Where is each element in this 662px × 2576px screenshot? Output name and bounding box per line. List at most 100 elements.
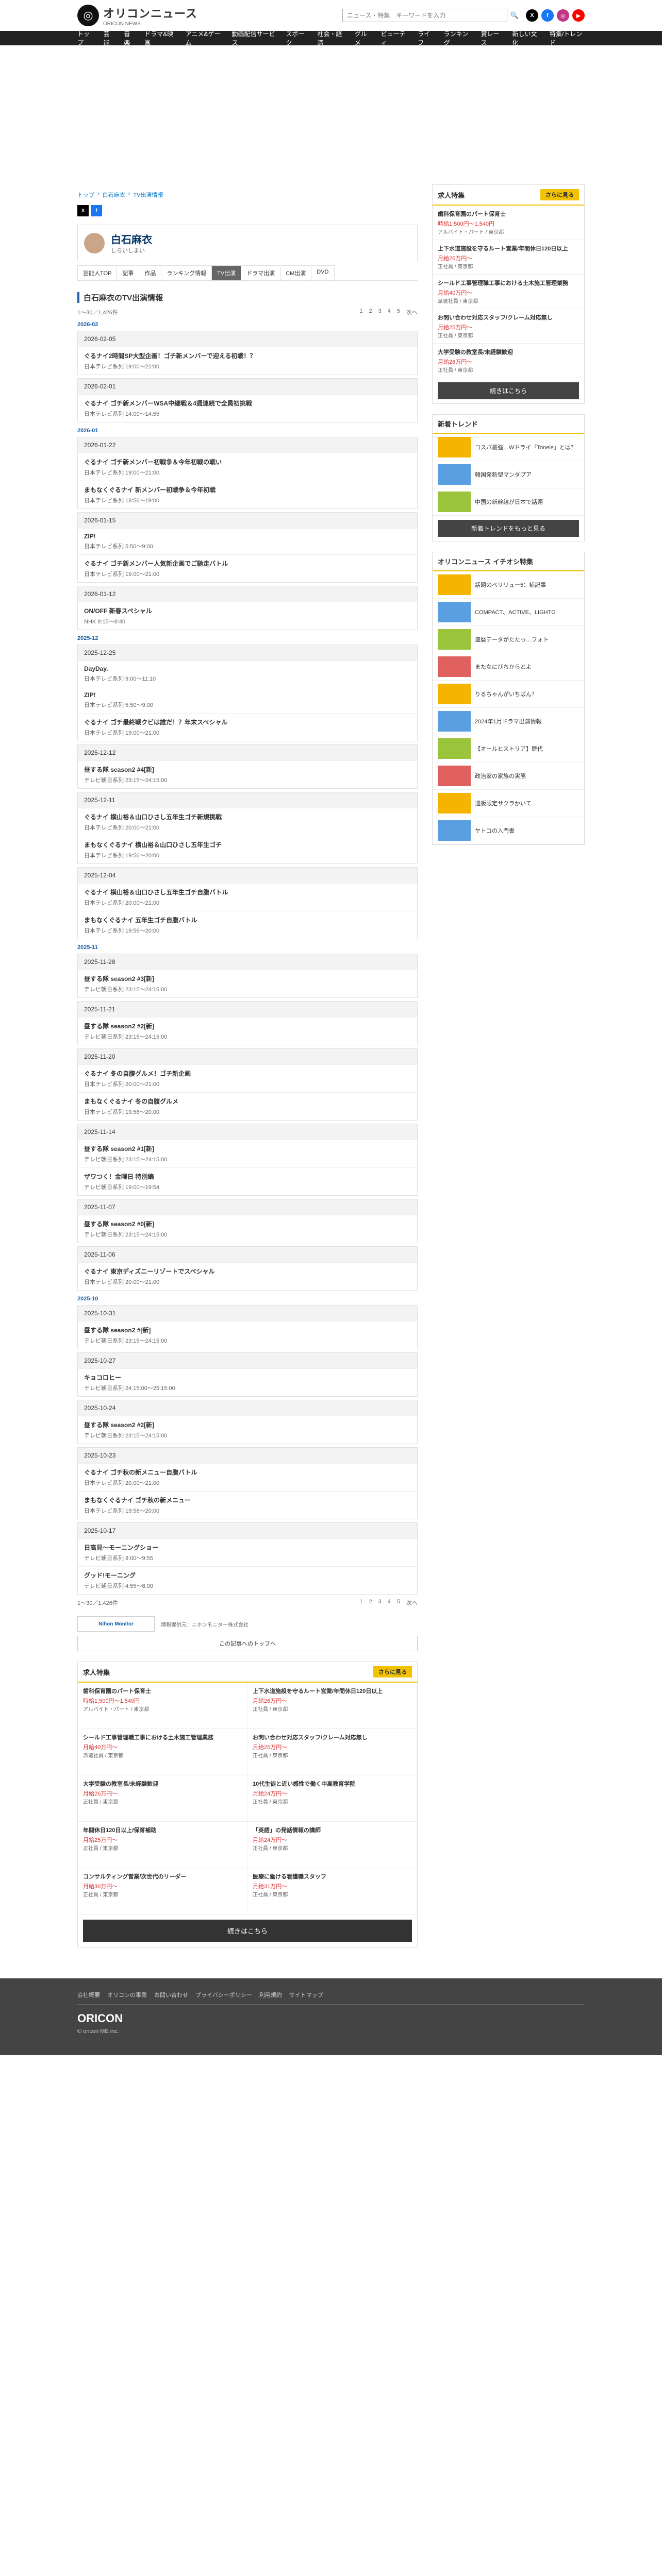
footer-jobs-more-button[interactable]: さらに見る (373, 1666, 412, 1677)
nav-item[interactable]: ランキング (444, 29, 472, 47)
profile-tab[interactable]: TV出演 (211, 265, 242, 280)
profile-tab[interactable]: ランキング情報 (161, 265, 212, 280)
recommend-item[interactable]: 話題のペリリュー5：補記事 (433, 571, 584, 599)
program-item[interactable]: ぐるナイ2時間SP大型企画！ゴチ新メンバーで迎える初戦！？ 日本テレビ系列 19:… (78, 347, 417, 375)
job-item[interactable]: 医療に働ける看護職スタッフ 月給31万円〜 正社員 / 東京都 (247, 1868, 417, 1914)
program-item[interactable]: 昼する隊 season2 #2[新] テレビ朝日系列 23:15〜24:15:00 (78, 1017, 417, 1045)
side-jobs-more-button[interactable]: さらに見る (540, 189, 579, 200)
nav-item[interactable]: スポーツ (286, 29, 308, 47)
job-item[interactable]: 上下水道施設を守るルート営業/年間休日120日以上 月給26万円〜 正社員 / 東京… (433, 240, 584, 275)
pager-link[interactable]: 1 (359, 308, 362, 316)
program-item[interactable]: ザワつく！金曜日 特別編 テレビ朝日系列 19:00〜19:54 (78, 1167, 417, 1195)
pager-link[interactable]: 4 (388, 1599, 391, 1607)
nav-item[interactable]: 特集/トレンド (550, 29, 585, 47)
pager-link[interactable]: 次へ (406, 308, 418, 316)
pager-link[interactable]: 1 (359, 1599, 362, 1607)
job-item[interactable]: シールド工事管理職工事における土木施工管理業務 月給40万円〜 派遣社員 / 東京都 (78, 1729, 247, 1775)
job-item[interactable]: 大学受験の教室長/未経験歓迎 月給26万円〜 正社員 / 東京都 (78, 1775, 247, 1822)
recommend-item[interactable]: 【オールヒストリア】歴代 (433, 735, 584, 762)
nav-item[interactable]: ライフ (418, 29, 435, 47)
site-logo[interactable]: ◎ オリコンニュース ORICON NEWS (77, 5, 197, 27)
nav-item[interactable]: 社会・経済 (318, 29, 345, 47)
pager-link[interactable]: 4 (388, 308, 391, 316)
nav-item[interactable]: トップ (77, 29, 94, 47)
breadcrumb-item[interactable]: トップ (77, 191, 94, 199)
job-item[interactable]: 「英語」の発話情報の講師 月給24万円〜 正社員 / 東京都 (247, 1822, 417, 1868)
profile-tab[interactable]: CM出演 (280, 265, 312, 280)
profile-tab[interactable]: DVD (311, 265, 335, 280)
recommend-item[interactable]: 政治家の家族の実態 (433, 762, 584, 790)
share-facebook-icon[interactable]: f (91, 205, 102, 216)
program-item[interactable]: DayDay. 日本テレビ系列 9:00〜11:10 (78, 660, 417, 687)
program-item[interactable]: ぐるナイ 横山裕＆山口ひさし五年生ゴチ新規挑戦 日本テレビ系列 20:00〜21:… (78, 808, 417, 836)
nav-item[interactable]: ドラマ&映画 (144, 29, 176, 47)
nav-item[interactable]: ビューティ (380, 29, 408, 47)
footer-link[interactable]: プライバシーポリシー (195, 1991, 252, 1999)
side-jobs-continue-button[interactable]: 続きはこちら (438, 382, 579, 399)
profile-tab[interactable]: 作品 (139, 265, 162, 280)
breadcrumb-item[interactable]: 白石麻衣 (103, 191, 125, 199)
program-item[interactable]: ぐるナイ ゴチ新メンバー初戦争＆今年初戦の戦い 日本テレビ系列 19:00〜21:… (78, 453, 417, 481)
program-item[interactable]: ON/OFF 新春スペシャル NHK 8:15〜8:40 (78, 602, 417, 630)
trend-item[interactable]: 韓国発新型マンダプア (433, 461, 584, 488)
program-item[interactable]: 昼する隊 season2 #0[新] テレビ朝日系列 23:15〜24:15:00 (78, 1215, 417, 1243)
pager-link[interactable]: 5 (397, 308, 400, 316)
search-input[interactable] (342, 9, 507, 22)
pager-link[interactable]: 3 (378, 308, 382, 316)
program-item[interactable]: 昼する隊 season2 #[新] テレビ朝日系列 23:15〜24:15:00 (78, 1321, 417, 1349)
program-item[interactable]: 昼する隊 season2 #3[新] テレビ朝日系列 23:15〜24:15:00 (78, 970, 417, 997)
footer-link[interactable]: 会社概要 (77, 1991, 100, 1999)
job-item[interactable]: 歯科保育園のパート保育士 時給1,500円〜1,540円 アルバイト・パート / 東… (433, 206, 584, 240)
side-trends-more-button[interactable]: 新着トレンドをもっと見る (438, 520, 579, 537)
program-item[interactable]: ぐるナイ ゴチ新メンバーWSA中継戦＆4週連続で全員初挑戦 日本テレビ系列 14:… (78, 394, 417, 422)
program-item[interactable]: ぐるナイ ゴチ最終戦クビは誰だ！？年末スペシャル 日本テレビ系列 19:00〜21… (78, 713, 417, 741)
recommend-item[interactable]: またなにびちからとよ (433, 653, 584, 681)
job-item[interactable]: 上下水道施設を守るルート営業/年間休日120日以上 月給26万円〜 正社員 / 東京… (247, 1683, 417, 1729)
nav-item[interactable]: 音楽 (124, 29, 135, 47)
breadcrumb-item[interactable]: TV出演情報 (133, 191, 163, 199)
job-item[interactable]: 歯科保育園のパート保育士 時給1,500円〜1,540円 アルバイト・パート / 東… (78, 1683, 247, 1729)
job-item[interactable]: 大学受験の教室長/未経験歓迎 月給26万円〜 正社員 / 東京都 (433, 344, 584, 378)
program-item[interactable]: 昼する隊 season2 #1[新] テレビ朝日系列 23:15〜24:15:00 (78, 1140, 417, 1167)
program-item[interactable]: 昼する隊 season2 #2[新] テレビ朝日系列 23:15〜24:15:00 (78, 1416, 417, 1444)
trend-item[interactable]: 中国の新幹線が日本で話題 (433, 488, 584, 516)
program-item[interactable]: ZIP! 日本テレビ系列 5:50〜9:00 (78, 528, 417, 554)
job-item[interactable]: お問い合わせ対応スタッフ/クレーム対応無し 月給25万円〜 正社員 / 東京都 (433, 309, 584, 344)
program-item[interactable]: まもなくぐるナイ 五年生ゴチ自腹バトル 日本テレビ系列 19:56〜20:00 (78, 911, 417, 939)
program-item[interactable]: 日高見〜モーニングショー テレビ朝日系列 8:00〜9:55 (78, 1538, 417, 1566)
pager-link[interactable]: 3 (378, 1599, 382, 1607)
back-to-top-link[interactable]: この記事へのトップへ (77, 1636, 418, 1651)
nav-item[interactable]: 新しい文化 (512, 29, 540, 47)
program-item[interactable]: 昼する隊 season2 #4[新] テレビ朝日系列 23:15〜24:15:00 (78, 760, 417, 788)
program-item[interactable]: ぐるナイ 冬の自腹グルメ！ゴチ新企画 日本テレビ系列 20:00〜21:00 (78, 1064, 417, 1092)
facebook-icon[interactable]: f (541, 9, 554, 22)
footer-link[interactable]: オリコンの事業 (107, 1991, 147, 1999)
nav-item[interactable]: 賞レース (481, 29, 503, 47)
youtube-icon[interactable]: ▶ (572, 9, 585, 22)
pager-link[interactable]: 2 (369, 1599, 372, 1607)
x-icon[interactable]: X (526, 9, 538, 22)
program-item[interactable]: グッド!モーニング テレビ朝日系列 4:55〜8:00 (78, 1566, 417, 1594)
footer-link[interactable]: サイトマップ (289, 1991, 323, 1999)
nav-item[interactable]: 動画配信サービス (231, 29, 276, 47)
program-item[interactable]: ぐるナイ ゴチ新メンバー人気新企画でご馳走バトル 日本テレビ系列 19:00〜21… (78, 554, 417, 582)
recommend-item[interactable]: COMPACT、ACTIVE、LIGHTG (433, 599, 584, 626)
profile-tab[interactable]: 芸能人TOP (77, 265, 118, 280)
nav-item[interactable]: アニメ&ゲーム (186, 29, 223, 47)
program-item[interactable]: ZIP! 日本テレビ系列 5:50〜9:00 (78, 687, 417, 713)
job-item[interactable]: お問い合わせ対応スタッフ/クレーム対応無し 月給25万円〜 正社員 / 東京都 (247, 1729, 417, 1775)
trend-item[interactable]: コスパ最強…Wドライ「Tonele」とは？ (433, 434, 584, 461)
job-item[interactable]: コンサルティング営業/次世代のリーダー 月給30万円〜 正社員 / 東京都 (78, 1868, 247, 1914)
job-item[interactable]: シールド工事管理職工事における土木施工管理業務 月給40万円〜 派遣社員 / 東京都 (433, 275, 584, 309)
recommend-item[interactable]: ヤトコの入門書 (433, 817, 584, 844)
program-item[interactable]: キョコロヒー テレビ朝日系列 24:15:00〜25:15:00 (78, 1368, 417, 1396)
program-item[interactable]: ぐるナイ 横山裕＆山口ひさし五年生ゴチ自腹バトル 日本テレビ系列 20:00〜21… (78, 883, 417, 911)
profile-tab[interactable]: ドラマ出演 (241, 265, 281, 280)
program-item[interactable]: ぐるナイ 東京ディズニーリゾートでスペシャル 日本テレビ系列 20:00〜21:0… (78, 1262, 417, 1290)
instagram-icon[interactable]: ◎ (557, 9, 569, 22)
recommend-item[interactable]: 還暦データがたたっ…フォト (433, 626, 584, 653)
pager-link[interactable]: 次へ (406, 1599, 418, 1607)
job-item[interactable]: 10代生徒と近い感性で働く中高教育学院 月給24万円〜 正社員 / 東京都 (247, 1775, 417, 1822)
program-item[interactable]: まもなくぐるナイ 新メンバー初戦争＆今年初戦 日本テレビ系列 18:56〜19:0… (78, 481, 417, 509)
program-item[interactable]: まもなくぐるナイ 冬の自腹グルメ 日本テレビ系列 19:56〜20:00 (78, 1092, 417, 1120)
